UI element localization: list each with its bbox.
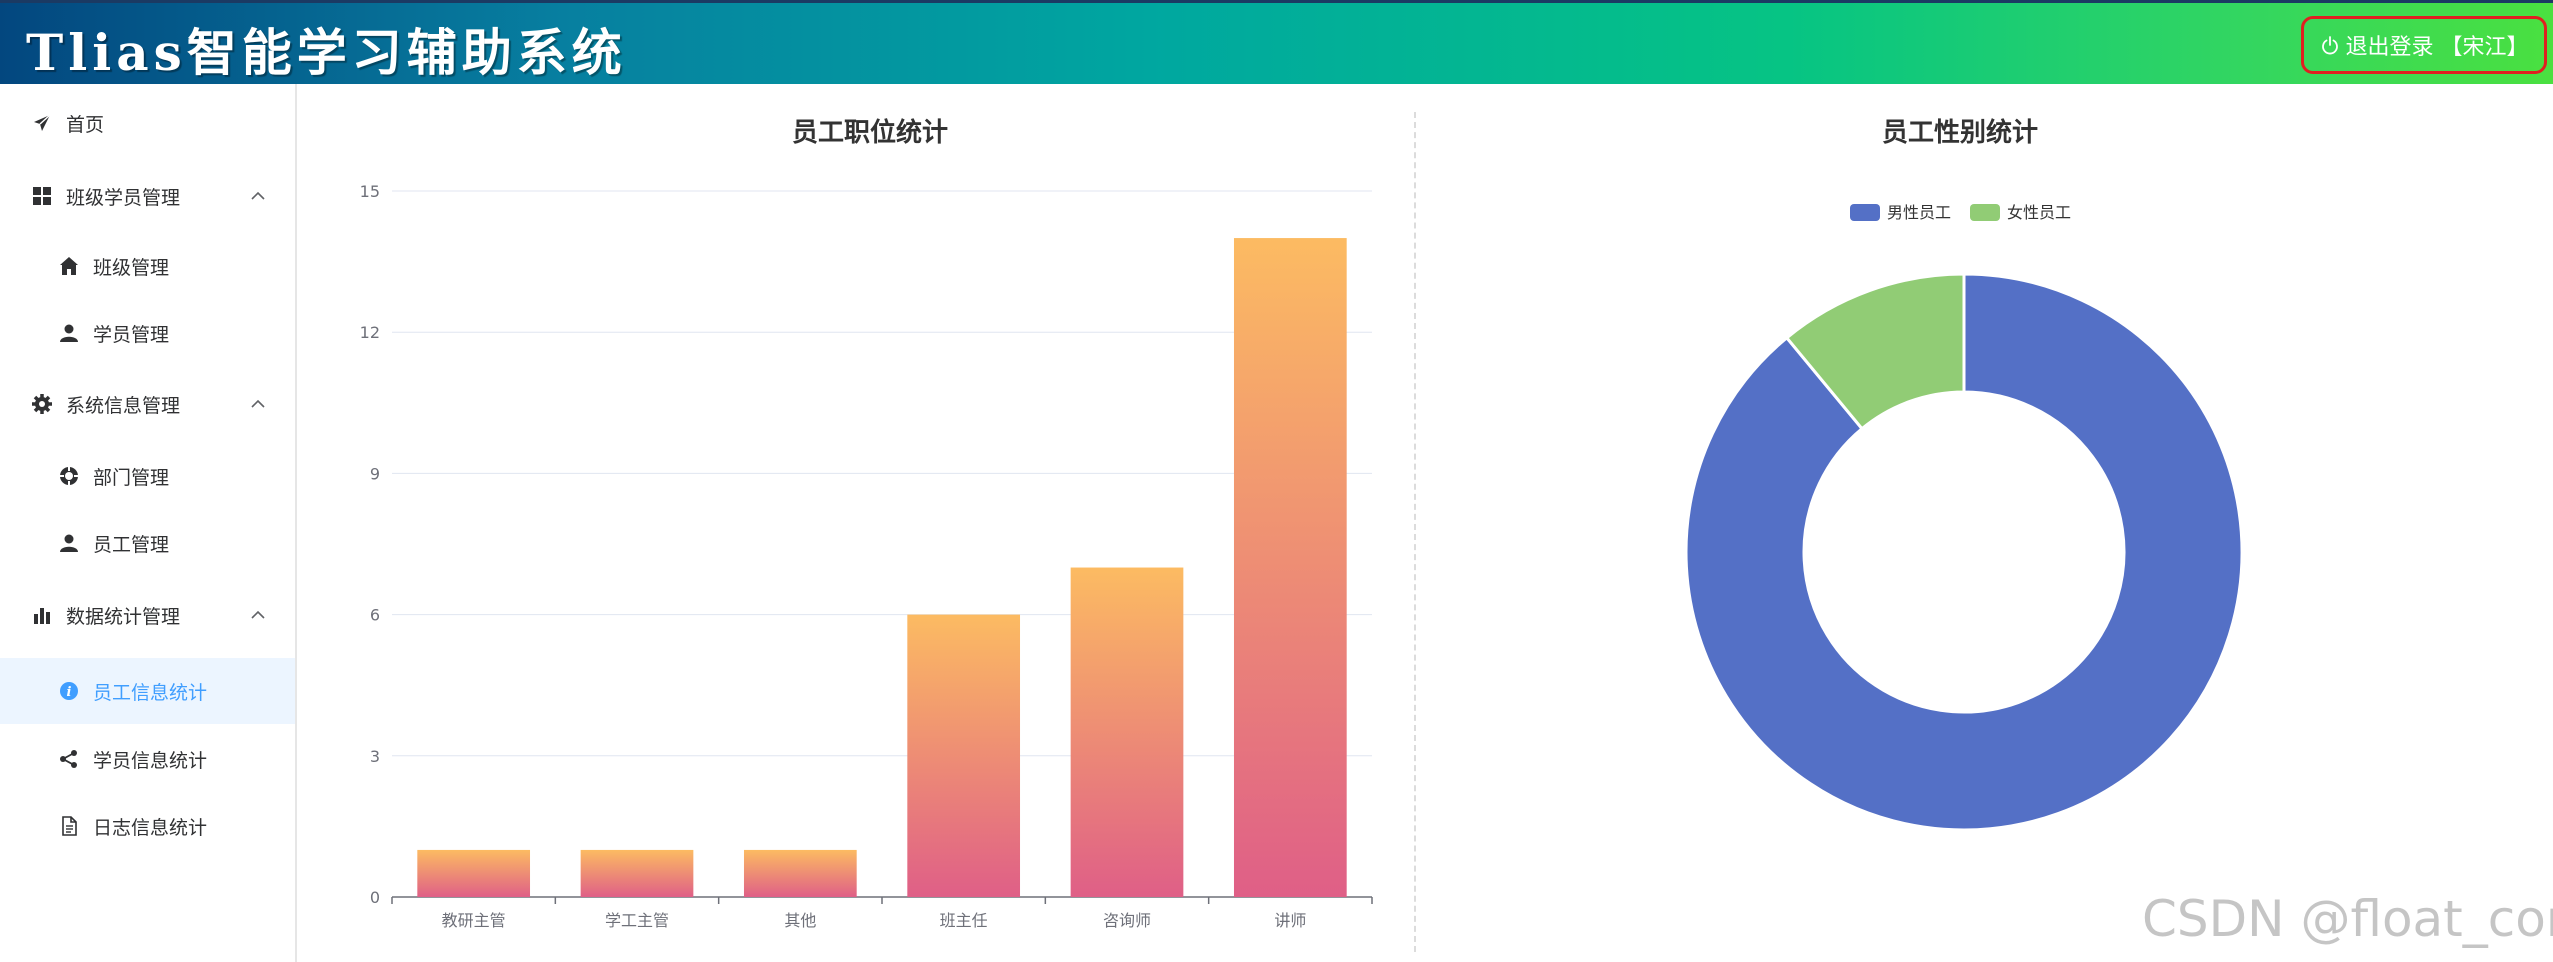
- sidebar-item-student-statistics[interactable]: 学员信息统计: [0, 726, 295, 792]
- sidebar-group-system-info[interactable]: 系统信息管理: [0, 371, 295, 437]
- legend-swatch[interactable]: [1850, 204, 1880, 221]
- bar[interactable]: [417, 849, 531, 897]
- panel-divider: [1414, 112, 1416, 952]
- legend-label[interactable]: 女性员工: [2007, 203, 2071, 222]
- bar[interactable]: [1233, 238, 1347, 898]
- bar[interactable]: [1070, 567, 1184, 897]
- sidebar-group-data-statistics[interactable]: 数据统计管理: [0, 582, 295, 648]
- sidebar-item-label: 首页: [66, 113, 105, 136]
- logout-button[interactable]: 退出登录 【宋江】: [2301, 16, 2547, 74]
- sidebar-item-label: 系统信息管理: [66, 394, 181, 417]
- sidebar-item-label: 部门管理: [93, 466, 170, 489]
- x-tick-label: 咨询师: [1103, 911, 1151, 930]
- watermark: CSDN @float_com: [2142, 890, 2553, 948]
- bar[interactable]: [743, 849, 857, 897]
- sidebar-item-class-management[interactable]: 班级管理: [0, 233, 295, 299]
- y-tick-label: 12: [360, 323, 380, 342]
- y-tick-label: 9: [370, 464, 380, 483]
- user-icon: [58, 322, 80, 344]
- sidebar-item-department-management[interactable]: 部门管理: [0, 443, 295, 509]
- legend-swatch[interactable]: [1970, 204, 2000, 221]
- sidebar-item-label: 学员管理: [93, 323, 170, 346]
- sidebar-item-student-management[interactable]: 学员管理: [0, 300, 295, 366]
- legend-label[interactable]: 男性员工: [1887, 203, 1951, 222]
- x-tick-label: 学工主管: [605, 911, 669, 930]
- chevron-up-icon: [251, 191, 265, 200]
- y-tick-label: 6: [370, 606, 380, 625]
- y-tick-label: 3: [370, 747, 380, 766]
- grid-icon: [31, 185, 53, 207]
- power-icon: [2321, 36, 2338, 55]
- help-circle-icon: [58, 465, 80, 487]
- share-icon: [58, 748, 80, 770]
- document-icon: [58, 815, 80, 837]
- sidebar-item-label: 日志信息统计: [93, 816, 208, 839]
- sidebar-group-class-student[interactable]: 班级学员管理: [0, 163, 295, 229]
- gender-donut-chart: 男性员工 女性员工: [1684, 203, 2244, 832]
- gear-icon: [31, 393, 53, 415]
- sidebar-item-home[interactable]: 首页: [0, 90, 295, 156]
- y-tick-label: 15: [360, 182, 380, 201]
- chevron-up-icon: [251, 610, 265, 619]
- sidebar-item-label: 班级学员管理: [66, 186, 181, 209]
- chevron-up-icon: [251, 399, 265, 408]
- sidebar-item-label: 班级管理: [93, 256, 170, 279]
- bar-chart-icon: [31, 604, 53, 626]
- bar[interactable]: [907, 614, 1021, 897]
- logout-label: 退出登录 【宋江】: [2345, 35, 2529, 60]
- sidebar: 首页 班级学员管理 班级管理 学员管理 系统信息管理 部门管理 员工管理 数据统…: [0, 84, 297, 962]
- x-tick-label: 讲师: [1274, 911, 1306, 930]
- position-bar-chart: 0 3 6 9 12 15 教研主管 学工主管 其他 班主任 咨询师 讲师: [360, 182, 1373, 930]
- sidebar-item-label: 数据统计管理: [66, 605, 181, 628]
- sidebar-item-employee-statistics[interactable]: i 员工信息统计: [0, 658, 295, 724]
- sidebar-item-log-statistics[interactable]: 日志信息统计: [0, 793, 295, 859]
- bar[interactable]: [580, 849, 694, 897]
- sidebar-item-label: 员工管理: [93, 533, 170, 556]
- y-tick-label: 0: [370, 888, 380, 907]
- x-tick-label: 班主任: [940, 911, 988, 930]
- home-icon: [58, 255, 80, 277]
- app-title: Tlias智能学习辅助系统: [26, 23, 627, 82]
- sidebar-item-label: 学员信息统计: [93, 749, 208, 772]
- info-icon: i: [58, 680, 80, 702]
- donut-chart-title: 员工性别统计: [1881, 118, 2038, 148]
- paper-plane-icon: [31, 112, 53, 134]
- app-header: Tlias智能学习辅助系统 退出登录 【宋江】: [0, 0, 2553, 84]
- svg-text:i: i: [67, 685, 72, 700]
- bar-chart-title: 员工职位统计: [791, 118, 948, 148]
- sidebar-item-employee-management[interactable]: 员工管理: [0, 510, 295, 576]
- x-tick-label: 教研主管: [442, 911, 506, 930]
- x-tick-label: 其他: [784, 911, 816, 930]
- user-icon: [58, 532, 80, 554]
- sidebar-item-label: 员工信息统计: [93, 681, 208, 704]
